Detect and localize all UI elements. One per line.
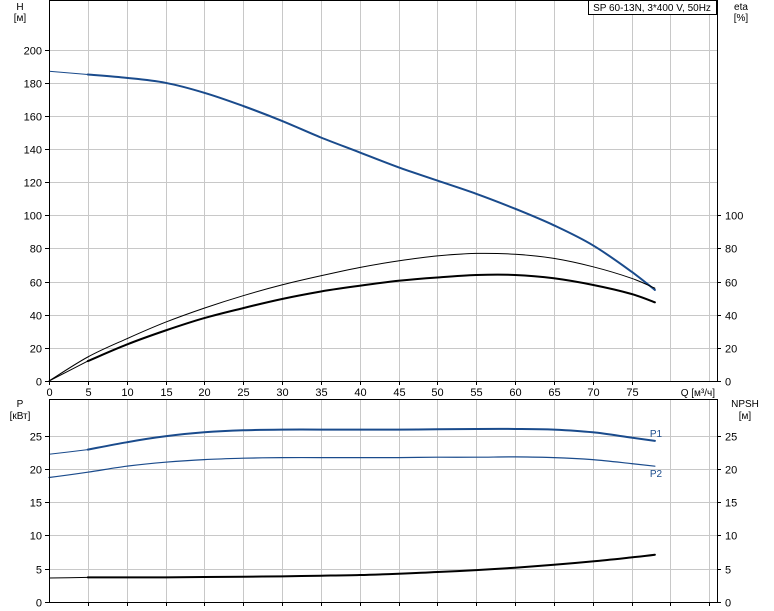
top-left-tick-label: 20 bbox=[30, 344, 42, 356]
x-tick-label: 40 bbox=[354, 387, 366, 399]
x-tick-label: 75 bbox=[626, 387, 638, 399]
top-left-tick-label: 160 bbox=[24, 112, 42, 124]
bottom-npsh-line bbox=[86, 553, 656, 579]
top-left-tick-label: 100 bbox=[24, 211, 42, 223]
chart-canvas: 0204060801001201401601802000204060801000… bbox=[10, 0, 759, 610]
x-tick-label: 70 bbox=[587, 387, 599, 399]
top-left-tick-label: 40 bbox=[30, 311, 42, 323]
x-tick-label: 30 bbox=[276, 387, 288, 399]
x-tick-label: 65 bbox=[548, 387, 560, 399]
top-right-tick-label: 60 bbox=[725, 278, 737, 290]
series-layer bbox=[48, 70, 656, 579]
bottom-right-axis-title: NPSH bbox=[731, 399, 759, 410]
top-left-tick-label: 80 bbox=[30, 244, 42, 256]
top-plot-frame bbox=[49, 0, 718, 382]
top-left-tick-label: 60 bbox=[30, 278, 42, 290]
bottom-left-tick-label: 15 bbox=[30, 498, 42, 510]
chart-title-box: SP 60-13N, 3*400 V, 50Hz bbox=[588, 0, 717, 15]
top-left-tick-label: 120 bbox=[24, 178, 42, 190]
bottom-p1-line bbox=[86, 427, 656, 451]
top-right-tick-label: 20 bbox=[725, 344, 737, 356]
bottom-left-tick-label: 10 bbox=[30, 531, 42, 543]
top-left-axis-title: H bbox=[16, 2, 23, 13]
x-tick-label: 60 bbox=[509, 387, 521, 399]
text-layer: 0204060801001201401601802000204060801000… bbox=[10, 0, 759, 610]
grid-layer bbox=[49, 0, 717, 602]
x-tick-label: 5 bbox=[85, 387, 91, 399]
top-right-tick-label: 0 bbox=[725, 377, 731, 389]
bottom-right-tick-label: 0 bbox=[725, 598, 731, 610]
x-tick-label: 45 bbox=[393, 387, 405, 399]
bottom-right-tick-label: 15 bbox=[725, 498, 737, 510]
chart-title: SP 60-13N, 3*400 V, 50Hz bbox=[593, 3, 711, 14]
x-tick-label: 10 bbox=[121, 387, 133, 399]
bottom-left-axis-title: P bbox=[17, 399, 24, 410]
x-tick-label: 50 bbox=[431, 387, 443, 399]
bottom-p1-label: P1 bbox=[650, 429, 663, 440]
bottom-left-tick-label: 5 bbox=[36, 565, 42, 577]
x-tick-label: 20 bbox=[198, 387, 210, 399]
x-tick-label: 0 bbox=[46, 387, 52, 399]
top-left-tick-label: 200 bbox=[24, 46, 42, 58]
top-eta_thick-line-extension bbox=[48, 360, 89, 382]
bottom-right-axis-unit: [м] bbox=[739, 411, 752, 422]
top-left-tick-label: 180 bbox=[24, 79, 42, 91]
top-left-axis-unit: [м] bbox=[14, 13, 27, 24]
top-right-tick-label: 80 bbox=[725, 244, 737, 256]
bottom-right-tick-label: 20 bbox=[725, 465, 737, 477]
top-eta_thin-line bbox=[48, 252, 656, 382]
bottom-left-tick-label: 20 bbox=[30, 465, 42, 477]
x-tick-label: 15 bbox=[160, 387, 172, 399]
x-tick-label: 35 bbox=[315, 387, 327, 399]
bottom-p2-line bbox=[48, 456, 656, 479]
x-tick-label: 55 bbox=[470, 387, 482, 399]
top-left-tick-label: 140 bbox=[24, 145, 42, 157]
bottom-left-axis-unit: [кВт] bbox=[10, 411, 31, 422]
top-left-tick-label: 0 bbox=[36, 377, 42, 389]
top-head-line-extension bbox=[48, 70, 88, 75]
bottom-npsh-line-extension bbox=[48, 576, 88, 579]
bottom-right-tick-label: 5 bbox=[725, 565, 731, 577]
bottom-right-tick-label: 25 bbox=[725, 432, 737, 444]
bottom-left-tick-label: 0 bbox=[36, 598, 42, 610]
top-right-axis-title: eta bbox=[734, 2, 748, 13]
bottom-right-tick-label: 10 bbox=[725, 531, 737, 543]
frame-layer bbox=[45, 0, 721, 606]
top-right-axis-unit: [%] bbox=[734, 13, 749, 24]
bottom-left-tick-label: 25 bbox=[30, 432, 42, 444]
x-tick-label: 25 bbox=[237, 387, 249, 399]
pump-performance-chart: 0 20 40 60 80 100 120 140 160 180 200 0 20 40 60 80 100 0… bbox=[0, 0, 774, 611]
top-right-tick-label: 100 bbox=[725, 211, 743, 223]
top-right-tick-label: 40 bbox=[725, 311, 737, 323]
bottom-p1-line-extension bbox=[48, 449, 88, 455]
x-axis-label: Q [м³/ч] bbox=[681, 388, 716, 399]
bottom-p2-label: P2 bbox=[650, 469, 663, 480]
